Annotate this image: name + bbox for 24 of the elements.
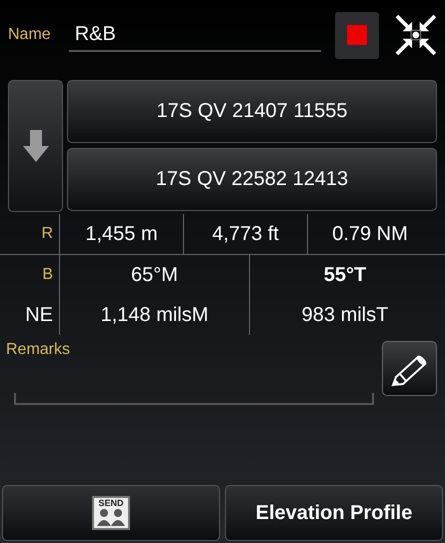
swap-button[interactable] xyxy=(8,80,63,212)
remarks-label: Remarks xyxy=(6,341,72,359)
name-label: Name xyxy=(8,26,51,44)
bearing-label: B xyxy=(5,255,60,295)
people-icon xyxy=(95,508,127,526)
color-button[interactable] xyxy=(334,12,380,58)
coordinate-button[interactable]: 17S QV 21407 11555 xyxy=(67,80,437,143)
bearing-magnetic: 65°M xyxy=(60,255,250,295)
center-arrows-icon[interactable] xyxy=(395,13,437,57)
mils-magnetic: 1,148 milsM xyxy=(60,295,250,335)
range-label: R xyxy=(5,214,60,254)
name-field[interactable]: R&B xyxy=(68,18,321,52)
mils-true: 983 milsT xyxy=(300,302,390,328)
send-button[interactable]: SEND xyxy=(2,485,220,541)
range-value: 1,455 m xyxy=(60,214,184,254)
coordinate-button[interactable]: 17S QV 22582 12413 xyxy=(67,148,437,211)
elevation-profile-button[interactable]: Elevation Profile xyxy=(225,485,443,541)
edit-button[interactable] xyxy=(382,341,437,396)
down-arrow-icon xyxy=(22,130,48,162)
range-value: 4,773 ft xyxy=(184,214,308,254)
remarks-field[interactable] xyxy=(14,393,374,405)
bearing-true: 55°T xyxy=(322,262,368,288)
range-value: 0.79 NM xyxy=(331,222,409,246)
direction-label: NE xyxy=(5,295,60,335)
